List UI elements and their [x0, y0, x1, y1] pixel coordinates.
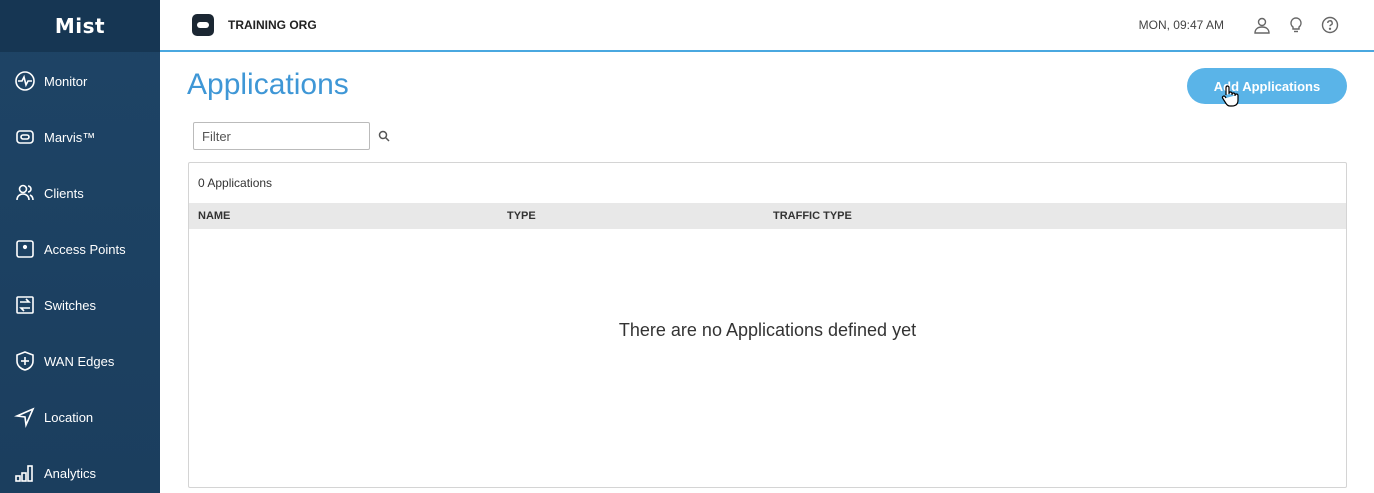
top-bar: TRAINING ORG MON, 09:47 AM — [160, 0, 1374, 52]
sidebar-item-label: Switches — [44, 297, 97, 313]
empty-state-message: There are no Applications defined yet — [618, 320, 917, 340]
clients-icon — [14, 182, 36, 204]
monitor-icon — [14, 70, 36, 92]
column-header-name[interactable]: NAME — [198, 210, 230, 222]
sidebar-item-label: Clients — [44, 185, 84, 201]
sidebar-item-location[interactable]: Location — [0, 389, 160, 445]
marvis-icon — [14, 126, 36, 148]
hand-cursor-icon — [1221, 85, 1239, 107]
column-header-type[interactable]: TYPE — [507, 210, 536, 222]
table-header: NAME TYPE TRAFFIC TYPE — [189, 203, 1346, 229]
search-icon[interactable] — [378, 129, 390, 143]
access-points-icon — [14, 238, 36, 260]
applications-table: 0 Applications NAME TYPE TRAFFIC TYPE Th… — [188, 162, 1347, 488]
sidebar-item-label: Access Points — [44, 241, 126, 257]
sidebar-item-wan-edges[interactable]: WAN Edges — [0, 333, 160, 389]
sidebar-item-label: Marvis™ — [44, 129, 96, 145]
page-title: Applications — [187, 68, 349, 101]
sidebar-item-switches[interactable]: Switches — [0, 277, 160, 333]
analytics-icon — [14, 462, 36, 484]
org-name[interactable]: TRAINING ORG — [228, 18, 317, 32]
mist-logo[interactable]: Mist — [0, 0, 160, 52]
filter-input[interactable] — [194, 128, 378, 144]
logo-text: Mist — [54, 14, 106, 38]
wan-edges-icon — [14, 350, 36, 372]
sidebar-item-access-points[interactable]: Access Points — [0, 221, 160, 277]
filter-field[interactable] — [193, 122, 390, 150]
sidebar-item-analytics[interactable]: Analytics — [0, 445, 160, 493]
sidebar-item-monitor[interactable]: Monitor — [0, 53, 160, 109]
clock: MON, 09:47 AM — [1138, 18, 1224, 32]
switches-icon — [14, 294, 36, 316]
sidebar-item-label: Monitor — [44, 73, 88, 89]
applications-count: 0 Applications — [198, 176, 273, 190]
sidebar-item-label: Location — [44, 409, 94, 425]
sidebar: Mist Monitor Marvis™ Clients Access Poin… — [0, 0, 160, 493]
add-applications-button[interactable]: Add Applications — [1187, 68, 1347, 104]
help-icon[interactable] — [1320, 15, 1340, 35]
sidebar-item-clients[interactable]: Clients — [0, 165, 160, 221]
sidebar-item-label: Analytics — [44, 465, 97, 481]
column-header-traffic-type[interactable]: TRAFFIC TYPE — [773, 210, 852, 222]
user-icon[interactable] — [1252, 15, 1272, 35]
sidebar-item-label: WAN Edges — [44, 353, 115, 369]
location-icon — [14, 406, 36, 428]
top-right-controls: MON, 09:47 AM — [1139, 15, 1340, 35]
org-icon[interactable] — [192, 14, 214, 36]
sidebar-item-marvis[interactable]: Marvis™ — [0, 109, 160, 165]
lightbulb-icon[interactable] — [1286, 15, 1306, 35]
